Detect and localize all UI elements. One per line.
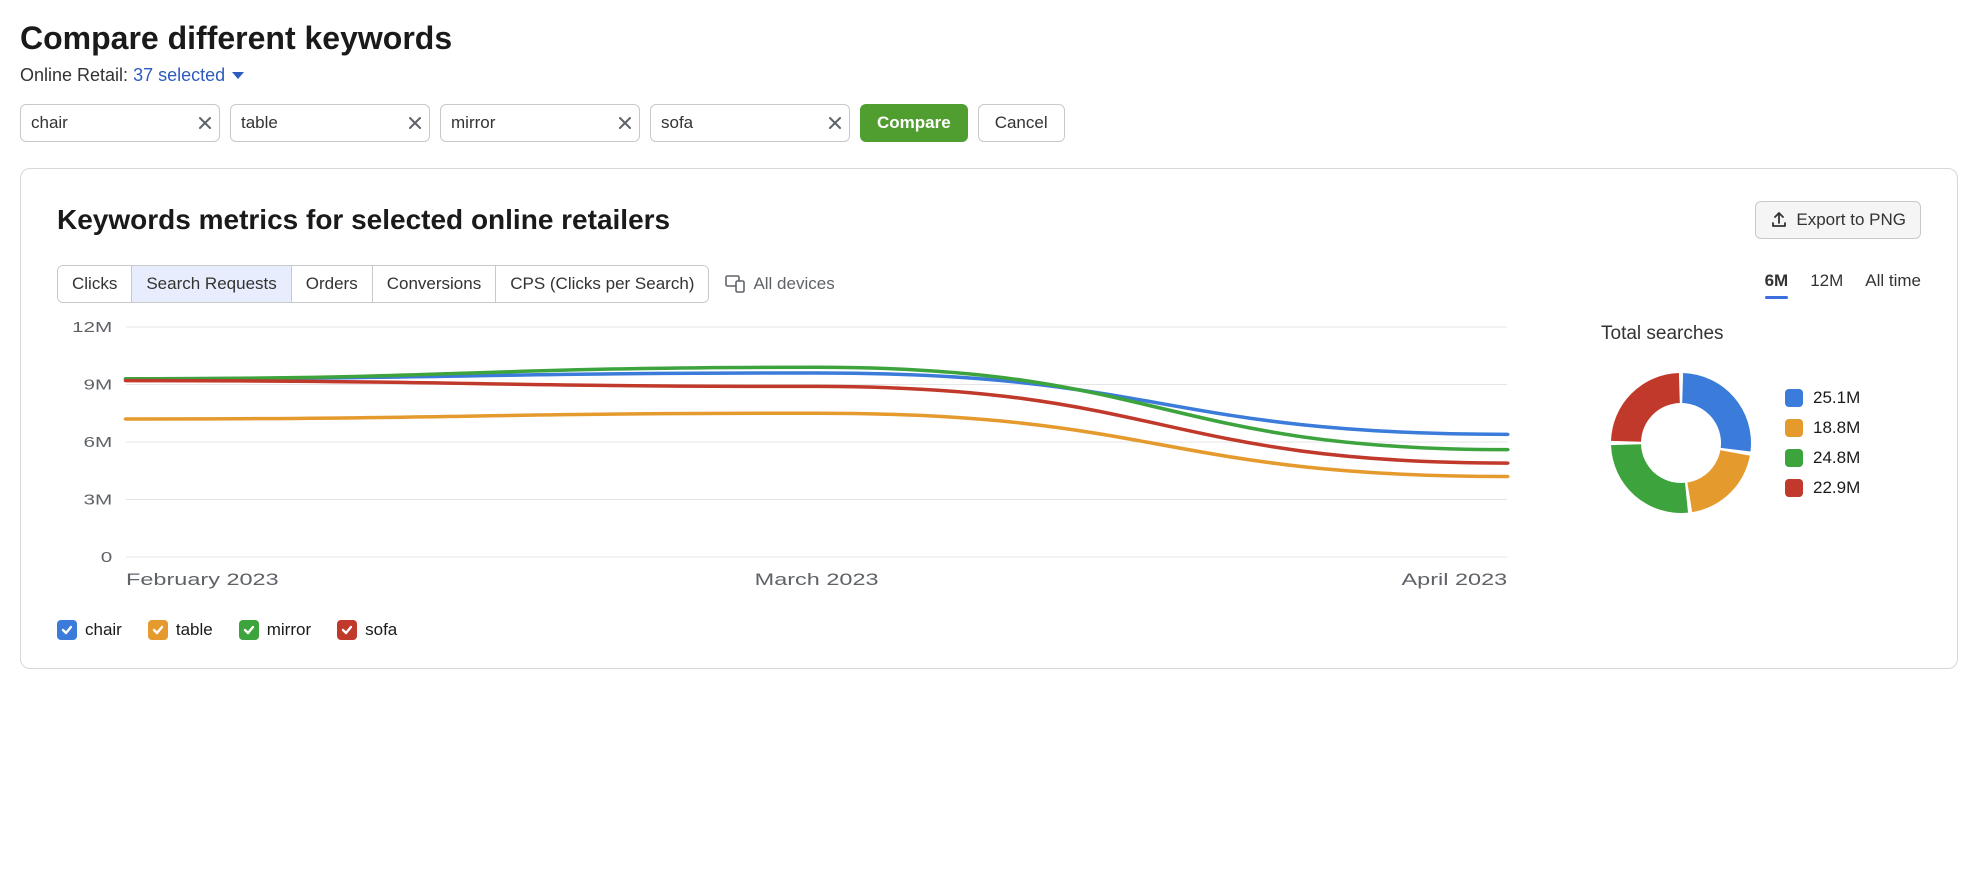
left-controls: ClicksSearch RequestsOrdersConversionsCP… — [57, 265, 835, 303]
export-icon — [1770, 211, 1788, 229]
series-table — [126, 413, 1507, 476]
time-tabs: 6M 12M All time — [1765, 271, 1921, 297]
line-legend: chair table mirror sofa — [57, 620, 1521, 640]
keyword-input-wrap-2 — [440, 104, 640, 142]
donut-legend-label-mirror: 24.8M — [1813, 448, 1860, 468]
legend-label-table: table — [176, 620, 213, 640]
subtitle-label: Online Retail: — [20, 65, 128, 85]
donut-legend-item-sofa: 22.9M — [1785, 478, 1860, 498]
legend-checkbox-sofa[interactable] — [337, 620, 357, 640]
svg-text:0: 0 — [101, 549, 113, 566]
metric-tab-0[interactable]: Clicks — [58, 266, 132, 302]
metric-tab-2[interactable]: Orders — [292, 266, 373, 302]
line-chart-area: 0 3M 6M 9M 12M February 2023 March 2023 April 2… — [57, 317, 1521, 640]
donut-legend-label-chair: 25.1M — [1813, 388, 1860, 408]
donut-legend-item-mirror: 24.8M — [1785, 448, 1860, 468]
chevron-down-icon — [231, 71, 245, 81]
series-sofa — [126, 381, 1507, 463]
chart-flex: 0 3M 6M 9M 12M February 2023 March 2023 April 2… — [57, 317, 1921, 640]
donut-flex: 25.1M 18.8M 24.8M 22.9M — [1601, 363, 1921, 523]
legend-checkbox-mirror[interactable] — [239, 620, 259, 640]
devices-label: All devices — [753, 274, 834, 294]
clear-input-icon[interactable] — [828, 116, 842, 130]
donut-title: Total searches — [1601, 323, 1921, 345]
keyword-input-2[interactable] — [440, 104, 640, 142]
clear-input-icon[interactable] — [198, 116, 212, 130]
cancel-button[interactable]: Cancel — [978, 104, 1065, 142]
subtitle-row: Online Retail: 37 selected — [20, 65, 1958, 86]
metric-tab-3[interactable]: Conversions — [373, 266, 497, 302]
donut-chart — [1601, 363, 1761, 523]
export-png-button[interactable]: Export to PNG — [1755, 201, 1921, 239]
metric-tab-1[interactable]: Search Requests — [132, 266, 291, 302]
donut-swatch-mirror — [1785, 449, 1803, 467]
keyword-row: Compare Cancel — [20, 104, 1958, 142]
keyword-input-wrap-1 — [230, 104, 430, 142]
donut-area: Total searches 25.1M 18.8M 24.8M 22.9M — [1601, 317, 1921, 523]
donut-swatch-chair — [1785, 389, 1803, 407]
legend-item-table[interactable]: table — [148, 620, 213, 640]
legend-label-sofa: sofa — [365, 620, 397, 640]
series-mirror — [126, 367, 1507, 449]
legend-label-mirror: mirror — [267, 620, 311, 640]
legend-item-sofa[interactable]: sofa — [337, 620, 397, 640]
time-tab-2[interactable]: All time — [1865, 271, 1921, 297]
export-label: Export to PNG — [1796, 210, 1906, 230]
page-title: Compare different keywords — [20, 20, 1958, 57]
metric-tab-4[interactable]: CPS (Clicks per Search) — [496, 266, 708, 302]
devices-icon — [725, 275, 745, 293]
donut-swatch-sofa — [1785, 479, 1803, 497]
time-tab-1[interactable]: 12M — [1810, 271, 1843, 297]
svg-text:9M: 9M — [83, 376, 112, 393]
line-chart: 0 3M 6M 9M 12M February 2023 March 2023 April 2… — [57, 317, 1521, 597]
svg-text:12M: 12M — [72, 319, 112, 336]
donut-legend-item-chair: 25.1M — [1785, 388, 1860, 408]
donut-swatch-table — [1785, 419, 1803, 437]
donut-legend-label-table: 18.8M — [1813, 418, 1860, 438]
donut-slice-chair — [1682, 373, 1751, 451]
legend-label-chair: chair — [85, 620, 122, 640]
legend-checkbox-table[interactable] — [148, 620, 168, 640]
time-tab-0[interactable]: 6M — [1765, 271, 1789, 297]
donut-legend: 25.1M 18.8M 24.8M 22.9M — [1785, 388, 1860, 498]
legend-checkbox-chair[interactable] — [57, 620, 77, 640]
subtitle-link-text: 37 selected — [133, 65, 225, 86]
keyword-input-wrap-0 — [20, 104, 220, 142]
legend-item-mirror[interactable]: mirror — [239, 620, 311, 640]
svg-text:February 2023: February 2023 — [126, 570, 279, 589]
donut-slice-mirror — [1611, 444, 1688, 513]
svg-text:6M: 6M — [83, 434, 112, 451]
svg-text:3M: 3M — [83, 491, 112, 508]
card-header-row: Keywords metrics for selected online ret… — [57, 201, 1921, 239]
keyword-input-3[interactable] — [650, 104, 850, 142]
keyword-input-1[interactable] — [230, 104, 430, 142]
clear-input-icon[interactable] — [408, 116, 422, 130]
donut-legend-label-sofa: 22.9M — [1813, 478, 1860, 498]
donut-slice-table — [1687, 450, 1749, 512]
keyword-input-wrap-3 — [650, 104, 850, 142]
svg-text:March 2023: March 2023 — [755, 570, 879, 589]
metrics-card: Keywords metrics for selected online ret… — [20, 168, 1958, 669]
legend-item-chair[interactable]: chair — [57, 620, 122, 640]
card-title: Keywords metrics for selected online ret… — [57, 204, 670, 236]
donut-slice-sofa — [1611, 373, 1680, 442]
subtitle-link[interactable]: 37 selected — [133, 65, 245, 86]
controls-row: ClicksSearch RequestsOrdersConversionsCP… — [57, 265, 1921, 303]
donut-legend-item-table: 18.8M — [1785, 418, 1860, 438]
svg-text:April 2023: April 2023 — [1402, 570, 1508, 589]
keyword-input-0[interactable] — [20, 104, 220, 142]
compare-button[interactable]: Compare — [860, 104, 968, 142]
devices-control[interactable]: All devices — [725, 274, 834, 294]
metric-segmented: ClicksSearch RequestsOrdersConversionsCP… — [57, 265, 709, 303]
clear-input-icon[interactable] — [618, 116, 632, 130]
